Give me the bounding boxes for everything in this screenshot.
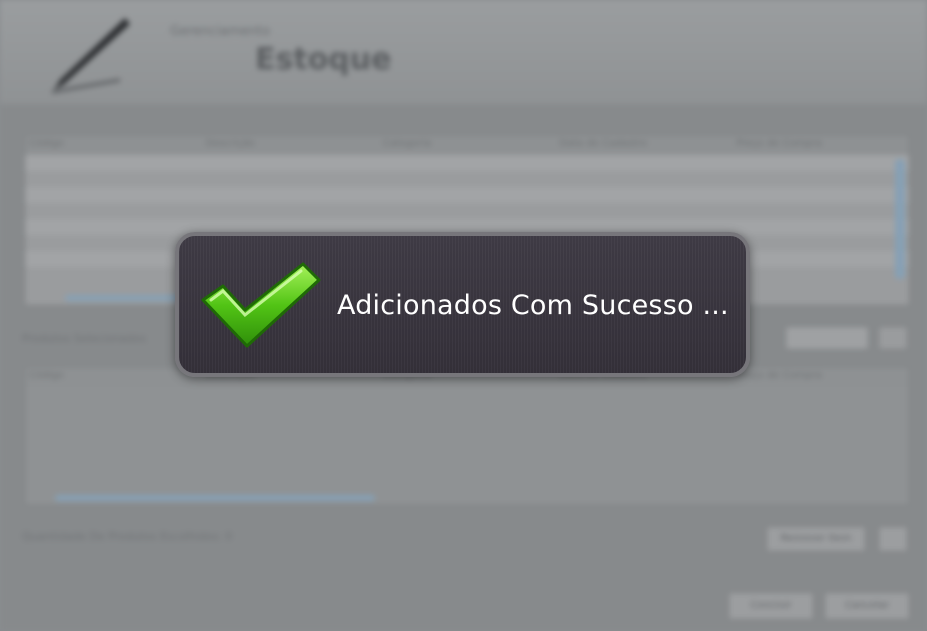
pen-icon — [51, 18, 130, 94]
column-header[interactable]: Código — [25, 135, 202, 155]
column-header[interactable]: Preço de Compra — [732, 367, 909, 387]
table-row[interactable] — [25, 203, 909, 219]
vertical-scrollbar[interactable] — [895, 159, 905, 279]
selected-products-label: Produtos Selecionados — [22, 332, 147, 345]
confirm-button[interactable]: Concluir — [728, 592, 814, 620]
table-row[interactable] — [25, 155, 909, 171]
checkmark-icon — [201, 262, 321, 348]
success-toast: Adicionados Com Sucesso ... — [175, 232, 750, 377]
search-button[interactable] — [878, 326, 908, 350]
small-action-button[interactable] — [878, 526, 908, 552]
app-subtitle: Gerenciamento — [170, 24, 271, 39]
app-title: Estoque — [255, 42, 392, 77]
toast-message: Adicionados Com Sucesso ... — [337, 290, 729, 321]
selected-count-label: Quantidade De Produtos Escolhidos: 0 — [22, 530, 233, 543]
selected-products-table[interactable]: Código Descrição Categoria Data do Cadas… — [24, 366, 910, 506]
table-header: Código Descrição Categoria Data do Cadas… — [25, 135, 909, 155]
column-header[interactable]: Código — [25, 367, 202, 387]
table-row[interactable] — [25, 187, 909, 203]
table-row[interactable] — [25, 171, 909, 187]
app-header: Gerenciamento Estoque — [0, 0, 927, 104]
cancel-button[interactable]: Cancelar — [824, 592, 910, 620]
column-header[interactable]: Preço de Compra — [732, 135, 909, 155]
column-header[interactable]: Data do Cadastro — [555, 135, 732, 155]
horizontal-scrollbar[interactable] — [55, 495, 375, 501]
remove-item-button[interactable]: Remover Item — [766, 526, 866, 552]
column-header[interactable]: Categoria — [379, 135, 556, 155]
column-header[interactable]: Descrição — [202, 135, 379, 155]
search-input[interactable] — [785, 326, 869, 350]
